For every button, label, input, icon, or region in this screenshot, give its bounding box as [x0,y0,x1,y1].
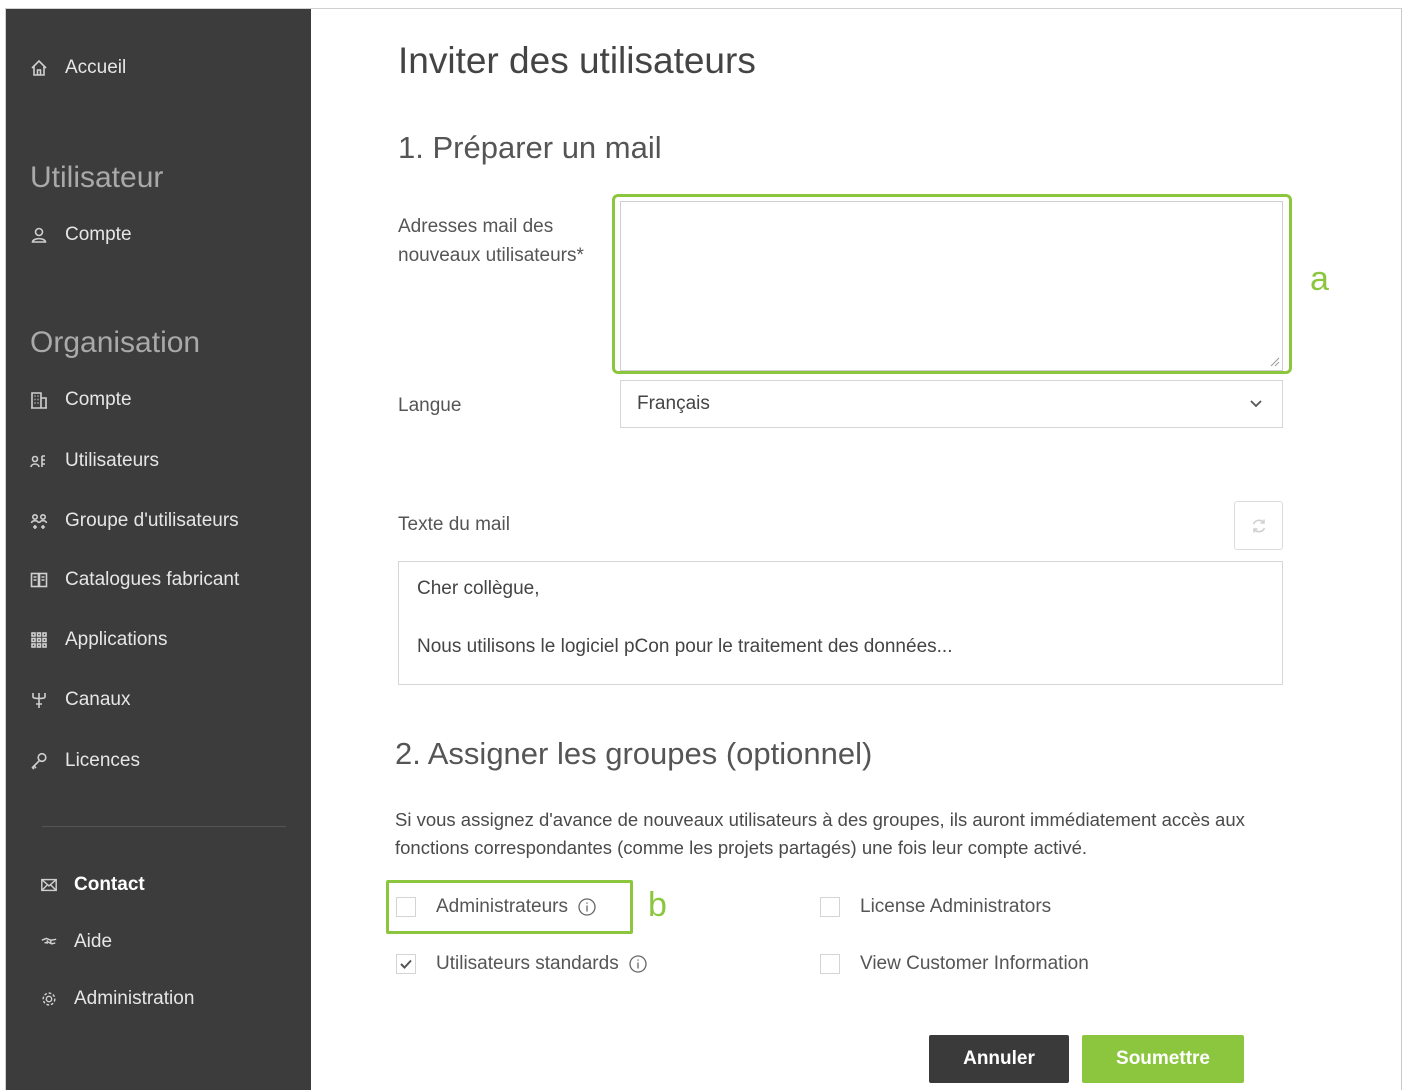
group-label: License Administrators [860,896,1052,917]
help-icon [38,931,60,953]
info-icon[interactable] [577,897,597,917]
building-icon [28,389,50,411]
step2-title: 2. Assigner les groupes (optionnel) [395,736,873,771]
sidebar-item-channels[interactable]: Canaux [28,685,131,715]
refresh-icon [1252,519,1265,532]
language-label: Langue [398,395,462,416]
email-label: Adresses mail des nouveaux utilisateurs* [398,212,584,270]
user-icon [28,224,50,246]
cancel-button[interactable]: Annuler [929,1035,1069,1083]
sidebar-item-label: Compte [65,389,132,410]
group-checkbox-standard-users[interactable]: Utilisateurs standards [396,953,648,975]
language-select-value: Français [637,393,710,414]
mail-text-editor[interactable]: Cher collègue, Nous utilisons le logicie… [398,561,1283,685]
sidebar-item-org-account[interactable]: Compte [28,385,132,415]
sidebar-item-label: Administration [74,988,195,1009]
users-icon [28,450,50,472]
mail-text-line1: Cher collègue, [417,578,540,599]
sidebar: Accueil Utilisateur Compte Organisation … [6,9,311,1090]
language-select[interactable]: Français [620,380,1283,428]
mail-icon [38,874,60,896]
channels-icon [28,689,50,711]
resize-grip-icon[interactable] [1268,355,1280,367]
sidebar-item-label: Applications [65,629,168,650]
sidebar-item-label: Licences [65,750,140,771]
email-label-line2: nouveaux utilisateurs* [398,245,584,266]
sidebar-divider [42,826,286,827]
step1-title: 1. Préparer un mail [398,130,662,165]
sidebar-item-label: Catalogues fabricant [65,569,240,590]
key-icon [28,750,50,772]
refresh-button[interactable] [1234,501,1283,550]
sidebar-item-label: Compte [65,224,132,245]
page-title: Inviter des utilisateurs [398,40,756,81]
checkbox[interactable] [396,897,416,917]
section-title-organisation: Organisation [30,326,201,359]
sidebar-item-label: Aide [74,931,113,952]
sidebar-item-label: Accueil [65,57,127,78]
checkbox[interactable] [396,954,416,974]
group-label: View Customer Information [860,953,1089,974]
sidebar-item-applications[interactable]: Applications [28,625,167,655]
mail-text-label: Texte du mail [398,514,510,535]
sidebar-item-administration[interactable]: Administration [38,984,194,1014]
submit-button[interactable]: Soumettre [1082,1035,1244,1083]
sidebar-item-home[interactable]: Accueil [28,53,126,83]
apps-grid-icon [28,629,50,651]
annotation-marker-a: a [1310,260,1329,298]
sidebar-item-catalogs[interactable]: Catalogues fabricant [28,565,239,595]
sidebar-item-users[interactable]: Utilisateurs [28,446,159,476]
checkbox[interactable] [820,954,840,974]
user-group-icon [28,510,50,532]
sidebar-item-label: Canaux [65,689,131,710]
email-addresses-input[interactable] [620,201,1283,371]
sidebar-item-label: Contact [74,874,145,895]
chevron-down-icon [1250,400,1262,408]
group-checkbox-view-customer-information[interactable]: View Customer Information [820,953,1089,975]
sidebar-item-label: Groupe d'utilisateurs [65,510,239,531]
sidebar-item-help[interactable]: Aide [38,927,112,957]
section-title-user: Utilisateur [30,161,164,194]
sidebar-item-label: Utilisateurs [65,450,159,471]
catalog-icon [28,569,50,591]
sidebar-item-user-account[interactable]: Compte [28,220,132,250]
group-label: Administrateurs [436,896,568,917]
sidebar-item-licenses[interactable]: Licences [28,746,140,776]
checkbox[interactable] [820,897,840,917]
group-checkbox-license-administrators[interactable]: License Administrators [820,896,1051,918]
email-label-line1: Adresses mail des [398,216,554,237]
group-checkbox-administrators[interactable]: Administrateurs [396,896,597,918]
mail-text-line2: Nous utilisons le logiciel pCon pour le … [417,636,953,657]
group-label: Utilisateurs standards [436,953,619,974]
home-icon [28,57,50,79]
gear-icon [38,988,60,1010]
annotation-marker-b: b [648,886,667,924]
groups-description: Si vous assignez d'avance de nouveaux ut… [395,809,1245,858]
sidebar-item-user-groups[interactable]: Groupe d'utilisateurs [28,506,239,536]
checkmark-icon [400,959,412,969]
sidebar-item-contact[interactable]: Contact [38,870,145,900]
info-icon[interactable] [628,954,648,974]
